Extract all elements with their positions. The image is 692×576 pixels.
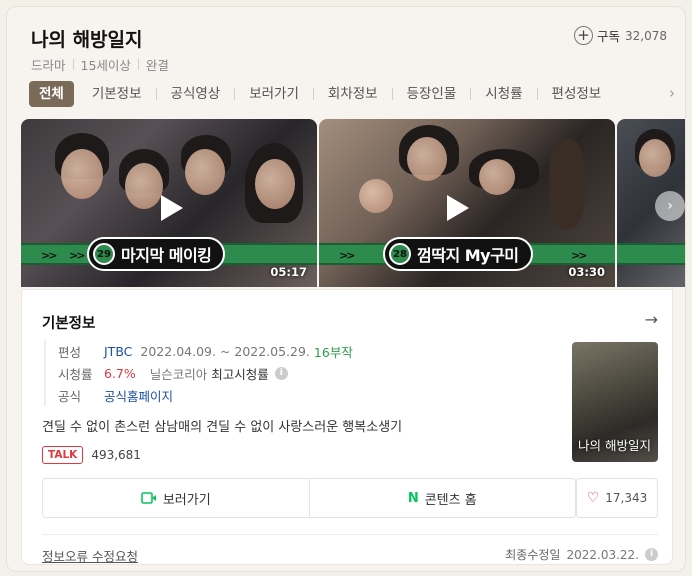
rating-description: 최고시청률	[211, 366, 269, 382]
video-play-icon	[141, 492, 156, 504]
divider	[42, 534, 658, 535]
meta-genre: 드라마	[31, 58, 66, 73]
video-duration: 05:17	[270, 265, 307, 279]
program-description: 견딜 수 없이 촌스런 삼남매의 견딜 수 없이 사랑스러운 행복소생기	[42, 420, 403, 435]
info-key: 공식	[58, 388, 82, 404]
last-updated: 최종수정일 2022.03.22. i	[505, 546, 658, 563]
chevron-decoration-icon: >>	[571, 249, 588, 262]
info-icon[interactable]: i	[645, 548, 658, 561]
video-thumbnail[interactable]: >> >> 28 껌딱지 My구미 03:30	[319, 119, 615, 287]
chevron-decoration-icon: >>	[41, 249, 58, 262]
subscribe-count: 32,078	[625, 28, 667, 43]
video-carousel: >> >> 29 마지막 메이킹 05:17 >> >> 28 껌딱지 My구미…	[21, 119, 685, 289]
tab-basic-info[interactable]: 기본정보	[78, 81, 156, 107]
updated-label: 최종수정일	[505, 548, 561, 562]
episode-count: 16부작	[313, 344, 353, 360]
episode-caption: 29 마지막 메이킹	[87, 237, 226, 271]
section-title[interactable]: 기본정보	[42, 312, 95, 333]
program-poster[interactable]: 나의 해방일지	[572, 342, 658, 462]
divider	[137, 59, 139, 70]
talk-count: 493,681	[91, 448, 141, 462]
person-shape	[61, 149, 103, 199]
tab-characters[interactable]: 등장인물	[393, 81, 471, 107]
play-icon[interactable]	[153, 191, 187, 225]
contents-home-label: 콘텐츠 홈	[424, 492, 477, 508]
episode-number: 28	[389, 243, 411, 265]
channel-link[interactable]: JTBC	[104, 344, 132, 359]
person-shape	[479, 159, 515, 195]
info-row-official: 공식 공식홈페이지	[58, 384, 353, 406]
episode-number: 29	[93, 243, 115, 265]
updated-date: 2022.03.22.	[566, 547, 639, 562]
info-key: 편성	[58, 344, 82, 360]
info-rows: 편성 JTBC 2022.04.09. ~ 2022.05.29. 16부작 시…	[44, 340, 353, 406]
tab-all[interactable]: 전체	[29, 81, 74, 107]
episode-caption: 28 껌딱지 My구미	[383, 237, 533, 271]
plus-icon: +	[573, 26, 593, 45]
arrow-right-icon[interactable]: →	[645, 310, 658, 329]
tab-episodes[interactable]: 회차정보	[314, 81, 392, 107]
video-title: 껌딱지 My구미	[417, 246, 519, 265]
subscribe-button[interactable]: + 구독 32,078	[573, 26, 667, 45]
talk-section[interactable]: TALK 493,681	[42, 446, 141, 464]
like-count: 17,343	[605, 491, 648, 505]
video-duration: 03:30	[568, 265, 605, 279]
contents-home-button[interactable]: N 콘텐츠 홈	[308, 479, 576, 517]
report-error-link[interactable]: 정보오류 수정요청	[42, 546, 138, 565]
meta-age-rating: 15세이상	[80, 58, 131, 73]
subscribe-label: 구독	[596, 29, 620, 44]
caption-band	[617, 243, 685, 265]
person-shape	[407, 137, 447, 181]
rating-value: 6.7%	[104, 365, 136, 381]
meta-status: 완결	[145, 58, 169, 73]
divider	[72, 59, 74, 70]
watch-label: 보러가기	[162, 492, 211, 508]
program-title[interactable]: 나의 해방일지	[31, 25, 143, 52]
person-shape	[549, 139, 585, 229]
tab-official-video[interactable]: 공식영상	[157, 81, 235, 107]
info-key: 시청률	[58, 366, 93, 382]
naver-n-icon: N	[407, 490, 419, 506]
like-button[interactable]: ♡ 17,343	[576, 478, 658, 518]
person-shape	[639, 139, 671, 177]
heart-icon: ♡	[586, 490, 600, 506]
person-shape	[255, 159, 295, 209]
chevron-right-icon: ›	[667, 198, 673, 214]
official-homepage-link[interactable]: 공식홈페이지	[104, 386, 173, 405]
tv-program-panel: 나의 해방일지 드라마 15세이상 완결 + 구독 32,078 전체 기본정보…	[6, 6, 686, 572]
tab-bar: 전체 기본정보 공식영상 보러가기 회차정보 등장인물 시청률 편성정보 ›	[29, 80, 685, 108]
watch-button[interactable]: 보러가기	[43, 479, 309, 517]
broadcast-period: 2022.04.09. ~ 2022.05.29.	[140, 343, 310, 359]
video-title: 마지막 메이킹	[121, 246, 212, 265]
video-thumbnail[interactable]: >> >> 29 마지막 메이킹 05:17	[21, 119, 317, 287]
info-icon[interactable]: i	[274, 366, 288, 380]
info-row-schedule: 편성 JTBC 2022.04.09. ~ 2022.05.29. 16부작	[58, 340, 353, 362]
chevron-right-icon[interactable]: ›	[669, 84, 675, 102]
chevron-decoration-icon: >>	[69, 249, 86, 262]
person-shape	[359, 179, 393, 213]
action-buttons: 보러가기 N 콘텐츠 홈	[42, 478, 576, 518]
tab-ratings[interactable]: 시청률	[471, 81, 536, 107]
person-shape	[185, 149, 225, 195]
program-meta: 드라마 15세이상 완결	[31, 55, 169, 74]
chevron-decoration-icon: >>	[339, 249, 356, 262]
poster-title: 나의 해방일지	[578, 438, 651, 453]
basic-info-card: 기본정보 → 편성 JTBC 2022.04.09. ~ 2022.05.29.…	[21, 289, 673, 565]
carousel-next-button[interactable]: ›	[655, 191, 685, 221]
play-icon[interactable]	[439, 191, 473, 225]
tab-watch[interactable]: 보러가기	[235, 81, 313, 107]
talk-badge: TALK	[42, 446, 84, 464]
rating-source: 닐슨코리아	[149, 366, 208, 382]
info-row-rating: 시청률 6.7% 닐슨코리아 최고시청률 i	[58, 362, 353, 384]
tab-schedule[interactable]: 편성정보	[538, 81, 616, 107]
